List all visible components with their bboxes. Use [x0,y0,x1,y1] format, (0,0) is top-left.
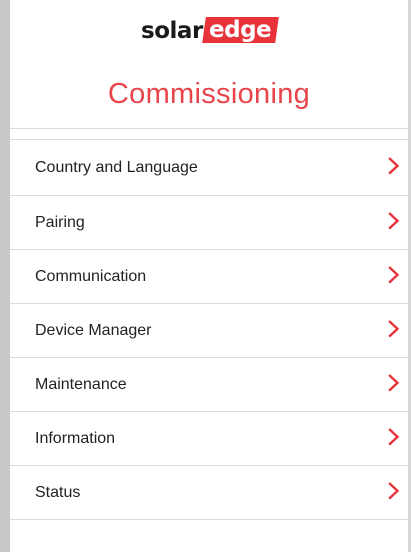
menu-top-spacer [10,129,408,140]
menu-item-maintenance[interactable]: Maintenance [10,358,408,412]
page-title: Commissioning [107,78,311,110]
menu-item-label: Status [35,483,81,501]
menu-item-label: Country and Language [35,158,198,176]
menu-item-label: Device Manager [35,321,152,339]
chevron-right-icon [388,211,400,230]
menu-item-status[interactable]: Status [10,466,408,520]
menu-item-information[interactable]: Information [10,412,408,466]
commissioning-menu: Country and Language Pairing Communicati… [10,140,408,520]
menu-item-device-manager[interactable]: Device Manager [10,304,408,358]
menu-item-pairing[interactable]: Pairing [10,196,408,250]
menu-item-label: Pairing [35,213,85,231]
logo-text-edge: edge [208,17,271,43]
chevron-right-icon [388,156,400,175]
header: solar edge Commissioning [10,0,408,125]
chevron-right-icon [388,319,400,338]
solaredge-logo: solar edge [10,16,408,46]
menu-item-label: Communication [35,267,147,285]
menu-item-label: Information [35,429,116,447]
menu-item-communication[interactable]: Communication [10,250,408,304]
logo-edge-badge: edge [201,17,279,43]
chevron-right-icon [388,427,400,446]
menu-item-country-and-language[interactable]: Country and Language [10,140,408,196]
chevron-right-icon [388,481,400,500]
menu-item-label: Maintenance [35,375,127,393]
logo-text-solar: solar [141,18,203,44]
commissioning-screen: solar edge Commissioning Country and Lang… [0,0,411,552]
chevron-right-icon [388,373,400,392]
chevron-right-icon [388,265,400,284]
